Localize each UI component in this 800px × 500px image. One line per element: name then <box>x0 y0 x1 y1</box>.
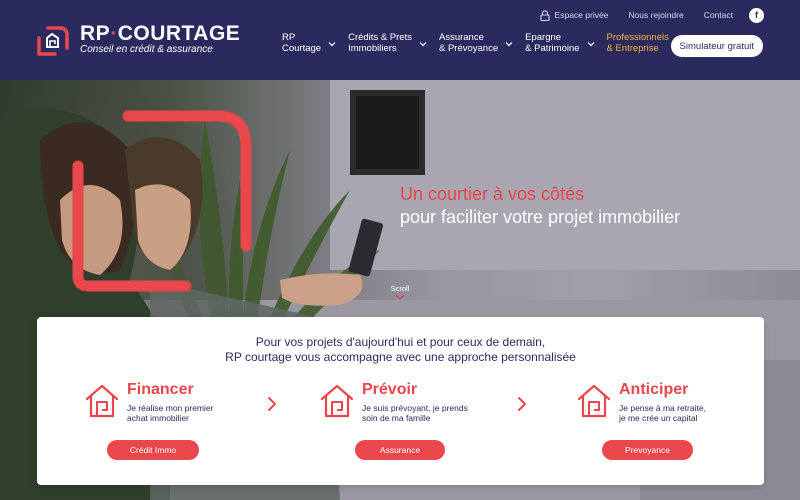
lock-icon <box>539 9 550 21</box>
house-icon <box>577 384 611 418</box>
main-nav: RP Courtage Crédits & Prets Immobiliers … <box>282 32 696 59</box>
nav-item-label: Epargne & Patrimoine <box>525 32 580 54</box>
chevron-right-icon <box>268 397 277 411</box>
house-icon <box>320 384 354 418</box>
chevron-down-icon <box>328 41 336 46</box>
service-prevoir: Prévoir Je suis prévoyant, je prends soi… <box>320 381 520 476</box>
services-intro-line1: Pour vos projets d'aujourd'hui et pour c… <box>255 335 546 349</box>
services-intro: Pour vos projets d'aujourd'hui et pour c… <box>37 335 764 365</box>
chevron-down-icon <box>505 41 513 46</box>
chevron-down-icon <box>587 41 594 46</box>
scroll-label[interactable]: Scroll <box>390 284 410 293</box>
nav-item-label: RP Courtage <box>282 32 322 54</box>
brand-tagline: Conseil en crédit & assurance <box>80 44 213 55</box>
site-header: RP·COURTAGE Conseil en crédit & assuranc… <box>0 0 800 80</box>
service-description: Je pense à ma retraite, je me crée un ca… <box>619 403 706 423</box>
espace-privee-link[interactable]: Espace privée <box>539 9 609 21</box>
simulateur-button[interactable]: Simulateur gratuit <box>670 35 763 57</box>
nous-rejoindre-link[interactable]: Nous rejoindre <box>628 10 683 20</box>
nav-item-label: Assurance & Prévoyance <box>438 32 499 54</box>
contact-link[interactable]: Contact <box>704 10 733 20</box>
service-title: Anticiper <box>619 381 689 398</box>
chevron-right-icon <box>518 397 527 411</box>
espace-privee-label: Espace privée <box>554 10 609 20</box>
site-logo[interactable]: RP·COURTAGE Conseil en crédit & assuranc… <box>36 22 240 62</box>
service-description: Je suis prévoyant, je prends soin de ma … <box>362 403 468 423</box>
hero-headline: Un courtier à vos côtés pour faciliter v… <box>400 184 680 228</box>
nav-item-rp-courtage[interactable]: RP Courtage <box>282 32 336 54</box>
prevoyance-button[interactable]: Prevoyance <box>602 440 693 460</box>
nav-item-assurance[interactable]: Assurance & Prévoyance <box>438 32 513 54</box>
brand-name-rp: RP <box>80 22 111 45</box>
service-anticiper: Anticiper Je pense à ma retraite, je me … <box>577 381 777 476</box>
nav-item-epargne[interactable]: Epargne & Patrimoine <box>525 32 594 54</box>
nav-item-credits[interactable]: Crédits & Prets Immobiliers <box>348 32 427 54</box>
services-intro-line2: RP courtage vous accompagne avec une app… <box>225 350 576 364</box>
assurance-button[interactable]: Assurance <box>355 440 445 460</box>
chevron-down-icon <box>419 41 427 46</box>
chevron-down-icon[interactable] <box>395 294 405 300</box>
hero-headline-line1: Un courtier à vos côtés <box>400 184 585 204</box>
service-title: Financer <box>127 381 194 398</box>
service-financer: Financer Je réalise mon premier achat im… <box>85 381 285 476</box>
services-card: Pour vos projets d'aujourd'hui et pour c… <box>37 317 764 485</box>
service-description: Je réalise mon premier achat immobilier <box>127 403 214 423</box>
house-icon <box>85 384 119 418</box>
hero-headline-line2: pour faciliter votre projet immobilier <box>400 207 681 227</box>
nav-item-label: Professionnels & Entreprise <box>606 32 669 54</box>
brand-dot: · <box>110 22 118 45</box>
brand-name: RP·COURTAGE <box>80 22 240 46</box>
service-title: Prévoir <box>362 381 418 398</box>
rp-logo-icon <box>37 26 69 56</box>
hero-frame-graphic <box>72 110 252 292</box>
brand-name-courtage: COURTAGE <box>117 22 241 45</box>
nav-item-label: Crédits & Prets Immobiliers <box>348 32 412 54</box>
top-utility-bar: Espace privée Nous rejoindre Contact f <box>539 7 764 23</box>
credit-immo-button[interactable]: Crédit Immo <box>107 440 199 460</box>
facebook-icon[interactable]: f <box>749 7 764 23</box>
